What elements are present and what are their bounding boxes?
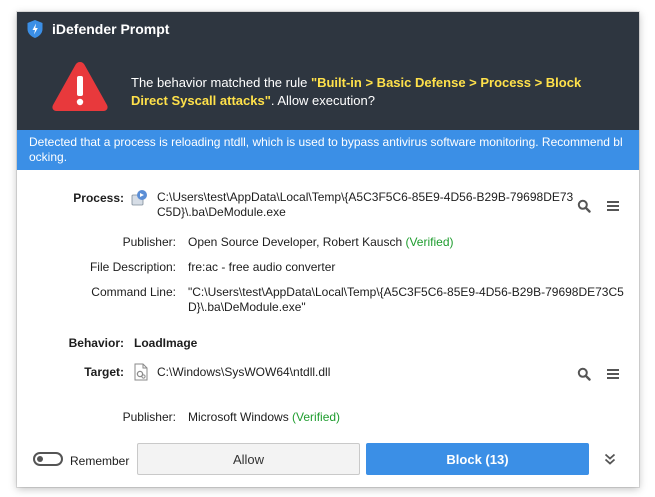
menu-icon[interactable] [606, 199, 620, 213]
search-icon[interactable] [577, 367, 591, 381]
publisher-value: Open Source Developer, Robert Kausch (Ve… [188, 235, 454, 250]
prompt-window: iDefender Prompt The behavior matched th… [17, 12, 639, 487]
app-title: iDefender Prompt [52, 21, 170, 37]
allow-button[interactable]: Allow [137, 443, 360, 475]
file-description-value: fre:ac - free audio converter [188, 260, 336, 274]
target-publisher-label: Publisher: [122, 410, 176, 424]
file-description-label: File Description: [89, 260, 176, 274]
double-chevron-down-icon[interactable] [603, 452, 617, 466]
publisher-name: Open Source Developer, Robert Kausch [188, 235, 403, 249]
dll-file-icon [134, 363, 148, 381]
command-line-label: Command Line: [91, 285, 176, 299]
target-path[interactable]: C:\Windows\SysWOW64\ntdll.dll [157, 365, 330, 380]
process-path[interactable]: C:\Users\test\AppData\Local\Temp\{A5C3F5… [157, 190, 577, 220]
rule-message-suffix: . Allow execution? [270, 93, 375, 108]
process-label: Process: [73, 191, 124, 205]
target-publisher-value: Microsoft Windows (Verified) [188, 410, 340, 425]
title-bar: iDefender Prompt The behavior matched th… [17, 12, 639, 130]
target-publisher-name: Microsoft Windows [188, 410, 289, 424]
block-button[interactable]: Block (13) [366, 443, 589, 475]
verified-badge: (Verified) [292, 410, 341, 424]
behavior-value: LoadImage [134, 336, 198, 350]
toggle-knob [37, 456, 43, 462]
application-file-icon [131, 190, 147, 206]
menu-icon[interactable] [606, 367, 620, 381]
rule-message-prefix: The behavior matched the rule [131, 75, 311, 90]
rule-message: The behavior matched the rule "Built-in … [131, 74, 601, 110]
search-icon[interactable] [577, 199, 591, 213]
target-label: Target: [84, 365, 124, 379]
warning-triangle-icon [52, 62, 108, 111]
verified-badge: (Verified) [405, 235, 454, 249]
remember-toggle[interactable] [33, 452, 63, 466]
remember-label[interactable]: Remember [70, 454, 129, 468]
publisher-label: Publisher: [122, 235, 176, 249]
shield-icon [27, 20, 43, 38]
behavior-label: Behavior: [68, 336, 124, 350]
detection-banner: Detected that a process is reloading ntd… [17, 130, 639, 170]
command-line-value[interactable]: "C:\Users\test\AppData\Local\Temp\{A5C3F… [188, 285, 628, 315]
